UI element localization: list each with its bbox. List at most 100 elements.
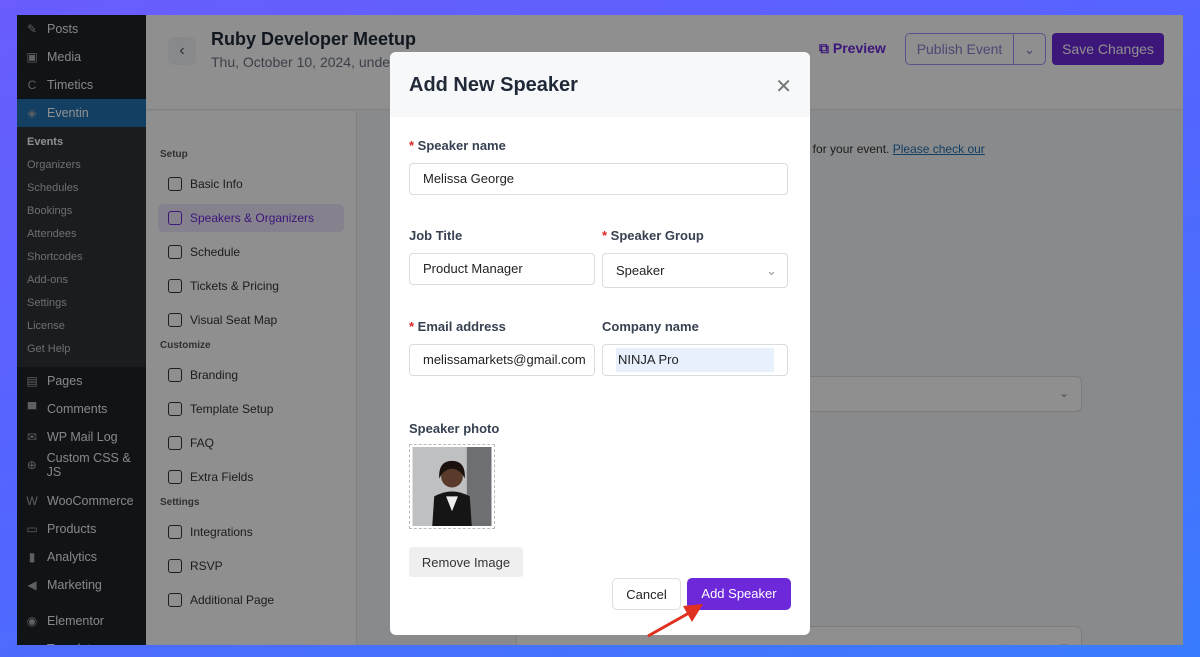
nav-item-icon — [168, 177, 182, 191]
wp-menu-item[interactable]: ⊕ Custom CSS & JS — [17, 451, 146, 479]
help-text: up for your event. Please check our — [796, 142, 985, 156]
wp-menu-item[interactable]: ▭ Products — [17, 515, 146, 543]
nav-item[interactable]: Speakers & Organizers — [158, 204, 344, 232]
job-title-label: Job Title — [409, 228, 463, 243]
nav-item-icon — [168, 313, 182, 327]
speaker-photo-label: Speaker photo — [409, 421, 500, 436]
nav-section-title: Settings — [160, 497, 200, 508]
box-icon: ▭ — [26, 522, 38, 536]
back-button[interactable]: ‹ — [168, 37, 196, 65]
speaker-group-label: * Speaker Group — [602, 228, 704, 243]
email-input[interactable]: melissamarkets@gmail.com — [409, 344, 595, 376]
nav-item-icon — [168, 279, 182, 293]
wp-menu-item[interactable]: ◉ Elementor — [17, 607, 146, 635]
nav-item-icon — [168, 245, 182, 259]
wp-submenu-item[interactable]: Events — [17, 131, 146, 154]
save-changes-button[interactable]: Save Changes — [1052, 33, 1164, 65]
speaker-name-input[interactable]: Melissa George — [409, 163, 788, 195]
wp-menu-item[interactable]: ▤ Pages — [17, 367, 146, 395]
eventin-submenu: Events Organizers Schedules Bookings Attende… — [17, 127, 146, 367]
wp-menu-item[interactable]: ◈ Eventin — [17, 99, 146, 127]
elementor-icon: ◉ — [26, 614, 38, 628]
wp-submenu-item[interactable]: Bookings — [17, 200, 146, 223]
wp-submenu-item[interactable]: License — [17, 315, 146, 338]
nav-item-icon — [168, 436, 182, 450]
wp-submenu-item[interactable]: Shortcodes — [17, 246, 146, 269]
preview-link[interactable]: ⧉ Preview — [819, 40, 886, 57]
speaker-photo-image — [412, 447, 492, 526]
wp-submenu-item[interactable]: Organizers — [17, 154, 146, 177]
nav-item[interactable]: Tickets & Pricing — [158, 272, 344, 300]
nav-item[interactable]: RSVP — [158, 552, 344, 580]
nav-item[interactable]: Template Setup — [158, 395, 344, 423]
remove-image-button[interactable]: Remove Image — [409, 547, 523, 577]
wp-submenu-item[interactable]: Get Help — [17, 338, 146, 361]
wp-menu-item[interactable]: ▀ Comments — [17, 395, 146, 423]
media-icon: ▣ — [26, 50, 38, 64]
job-title-input[interactable]: Product Manager — [409, 253, 595, 285]
modal-title: Add New Speaker — [409, 74, 578, 96]
timetics-icon: C — [27, 78, 37, 92]
close-icon[interactable]: ✕ — [775, 74, 792, 99]
chevron-down-icon: ⌄ — [1058, 386, 1069, 400]
nav-section-title: Customize — [160, 340, 211, 351]
menu-separator — [17, 599, 146, 607]
woo-icon: W — [26, 494, 38, 508]
wp-submenu-item[interactable]: Schedules — [17, 177, 146, 200]
pages-icon: ▤ — [26, 374, 38, 388]
wp-menu-item[interactable]: ▬Templates — [17, 635, 146, 645]
company-input[interactable]: NINJA Pro — [602, 344, 788, 376]
modal-header: Add New Speaker ✕ — [390, 52, 810, 117]
page-title: Ruby Developer Meetup — [211, 29, 417, 49]
nav-section-title: Setup — [160, 149, 188, 160]
event-settings-nav: Setup Basic Info Speakers & Organizers Sche… — [146, 111, 357, 645]
nav-item-icon — [168, 559, 182, 573]
publish-button[interactable]: Publish Event — [906, 34, 1014, 64]
help-link[interactable]: Please check our — [893, 142, 985, 156]
nav-item-icon — [168, 470, 182, 484]
wp-menu-item[interactable]: C Timetics — [17, 71, 146, 99]
nav-item[interactable]: Visual Seat Map — [158, 306, 344, 334]
speaker-photo — [409, 444, 495, 529]
wp-menu-item[interactable]: ▮ Analytics — [17, 543, 146, 571]
nav-item[interactable]: Integrations — [158, 518, 344, 546]
nav-item-icon — [168, 402, 182, 416]
speaker-group-select[interactable]: Speaker ⌄ — [602, 253, 788, 288]
wp-submenu-item[interactable]: Settings — [17, 292, 146, 315]
comment-icon: ▀ — [27, 402, 37, 416]
chevron-down-icon[interactable]: ⌄ — [1014, 34, 1045, 64]
wp-menu-item[interactable]: ▣ Media — [17, 43, 146, 71]
wp-submenu-item[interactable]: Attendees — [17, 223, 146, 246]
nav-item[interactable]: Extra Fields — [158, 463, 344, 491]
wp-admin-sidebar: ✎ Posts ▣ Media C Timetics ◈ Eventin Events Organ… — [17, 15, 146, 645]
nav-item[interactable]: Basic Info — [158, 170, 344, 198]
nav-item-icon — [168, 368, 182, 382]
wp-menu-item[interactable]: ✎ Posts — [17, 15, 146, 43]
wp-menu-item[interactable]: ✉ WP Mail Log — [17, 423, 146, 451]
nav-item-icon — [168, 525, 182, 539]
add-speaker-modal: Add New Speaker ✕ * Speaker name Melissa… — [390, 52, 810, 635]
email-label: * Email address — [409, 319, 506, 334]
bar-chart-icon: ▮ — [28, 550, 36, 564]
eventin-icon: ◈ — [27, 106, 37, 120]
nav-item[interactable]: Schedule — [158, 238, 344, 266]
nav-item[interactable]: FAQ — [158, 429, 344, 457]
speaker-name-label: * Speaker name — [409, 138, 506, 153]
nav-item[interactable]: Additional Page — [158, 586, 344, 614]
folder-icon: ▬ — [25, 642, 39, 645]
wp-menu-item[interactable]: W WooCommerce — [17, 487, 146, 515]
menu-separator — [17, 479, 146, 487]
nav-item[interactable]: Branding — [158, 361, 344, 389]
publish-split-button[interactable]: Publish Event ⌄ — [905, 33, 1046, 65]
annotation-arrow-icon — [647, 604, 703, 638]
wp-submenu-item[interactable]: Add-ons — [17, 269, 146, 292]
nav-item-icon — [168, 211, 182, 225]
wp-menu-item[interactable]: ◀ Marketing — [17, 571, 146, 599]
external-link-icon: ⧉ — [819, 40, 833, 56]
chevron-down-icon: ⌄ — [766, 263, 777, 278]
nav-item-icon — [168, 593, 182, 607]
event-date: Thu, October 10, 2024, undefi — [211, 54, 398, 70]
chevron-down-icon: ⌄ — [1058, 636, 1069, 645]
mail-icon: ✉ — [26, 430, 38, 444]
plus-circle-icon: ⊕ — [26, 458, 37, 472]
